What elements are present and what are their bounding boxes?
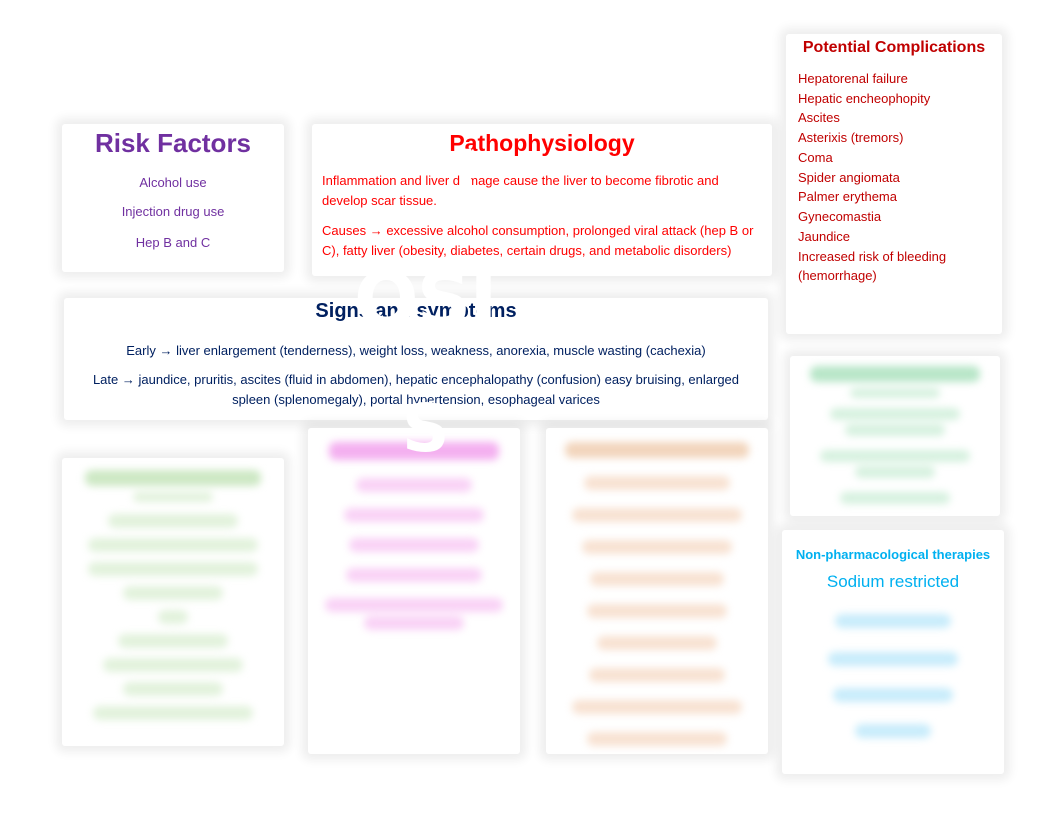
blurred-section-pink: [308, 428, 520, 754]
complication-item: Hepatorenal failure: [798, 71, 908, 86]
complication-item: Hepatic encheophopity: [798, 91, 931, 106]
causes-text: excessive alcohol consumption, prolonged…: [322, 223, 754, 258]
pathophysiology-causes: Causes → excessive alcohol consumption, …: [322, 221, 762, 261]
blurred-content: [546, 428, 768, 746]
pathophysiology-title: Pathophysiology: [449, 130, 635, 156]
complication-item: Palmer erythema: [798, 189, 897, 204]
complication-item: Asterixis (tremors): [798, 130, 904, 145]
early-text: liver enlargement (tenderness), weight l…: [172, 343, 706, 358]
signs-symptoms-title: Signs and symptoms: [315, 300, 517, 322]
non-pharmacological-therapies-title: Non-pharmacological therapies: [795, 547, 991, 562]
early-label: Early: [126, 343, 156, 358]
complication-item: Ascites: [798, 110, 840, 125]
potential-complications-title: Potential Complications: [802, 39, 986, 56]
early-signs: Early → liver enlargement (tenderness), …: [74, 341, 758, 361]
risk-factor-item: Alcohol use: [139, 175, 207, 190]
late-signs: Late → jaundice, pruritis, ascites (flui…: [74, 370, 758, 410]
non-pharmacological-therapies-card: Non-pharmacological therapies Sodium res…: [782, 530, 1004, 774]
blurred-section-labs: [62, 458, 284, 746]
blurred-content: [790, 356, 1000, 504]
complication-item: Gynecomastia: [798, 209, 882, 224]
blurred-content: [308, 428, 520, 630]
risk-factor-item: Hep B and C: [135, 235, 211, 250]
complication-item: Coma: [798, 150, 833, 165]
signs-symptoms-card: Signs and symptoms Early → liver enlarge…: [64, 298, 768, 420]
blurred-content: [782, 614, 1004, 738]
complication-item: Increased risk of bleeding (hemorrhage): [798, 249, 947, 283]
potential-complications-card: Potential Complications Hepatorenal fail…: [786, 34, 1002, 334]
therapy-item: Sodium restricted: [826, 572, 960, 591]
pathophysiology-card: Pathophysiology Inflammation and liver d…: [312, 124, 772, 276]
risk-factors-card: Risk Factors Alcohol use Injection drug …: [62, 124, 284, 272]
late-label: Late: [92, 372, 119, 387]
causes-label: Causes: [322, 223, 367, 238]
late-text: jaundice, pruritis, ascites (fluid in ab…: [134, 372, 740, 407]
complication-item: Spider angiomata: [798, 170, 900, 185]
arrow-right-icon: →: [121, 372, 135, 387]
arrow-right-icon: →: [369, 223, 383, 238]
pathophysiology-description: Inflammation and liver damage cause the …: [322, 173, 719, 208]
risk-factors-title: Risk Factors: [94, 128, 252, 158]
blurred-section-green: [790, 356, 1000, 516]
arrow-right-icon: →: [159, 343, 173, 358]
blurred-section-orange: [546, 428, 768, 754]
blurred-content: [62, 458, 284, 720]
risk-factor-item: Injection drug use: [121, 204, 225, 219]
complication-item: Jaundice: [798, 229, 851, 244]
